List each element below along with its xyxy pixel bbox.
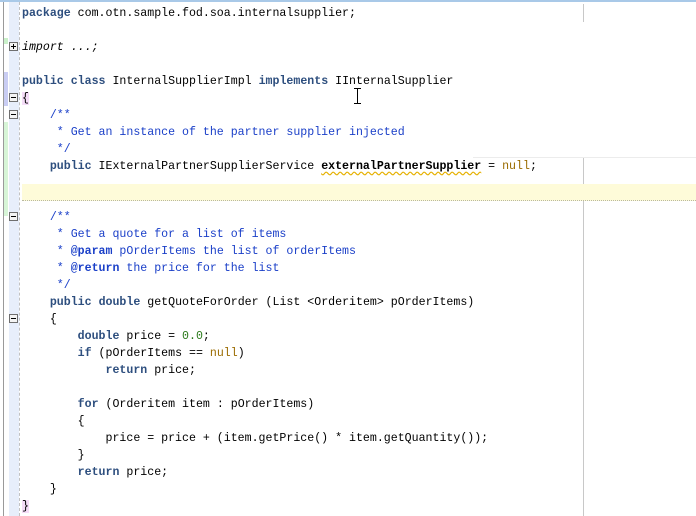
javadoc-tag: @return: [70, 262, 120, 275]
code-line: {: [22, 415, 85, 428]
number-literal: 0.0: [182, 330, 203, 343]
keyword: double: [77, 330, 120, 343]
collapse-fold-icon[interactable]: [9, 110, 18, 119]
keyword: return: [105, 364, 148, 377]
keyword: import: [22, 41, 64, 54]
code-line: }: [22, 498, 29, 515]
change-marker-modified: [4, 72, 8, 106]
code-text: price;: [147, 364, 196, 377]
field-warning[interactable]: externalPartnerSupplier: [321, 160, 481, 173]
keyword: class: [70, 75, 106, 88]
editor-top-border: [0, 0, 696, 2]
code-text: getQuoteForOrder (List <Orderitem> pOrde…: [140, 296, 475, 309]
code-line-import-folded[interactable]: import ...;: [22, 39, 99, 56]
collapse-fold-icon[interactable]: [9, 212, 18, 221]
code-line: price = price + (item.getPrice() * item.…: [22, 432, 489, 445]
code-line: {: [22, 313, 57, 326]
comment-line: * @param pOrderItems the list of orderIt…: [22, 243, 356, 260]
null-literal: null: [209, 347, 238, 360]
comment-line: */: [22, 279, 71, 292]
keyword: public: [49, 160, 92, 173]
comment-line: * @return the price for the list: [22, 260, 280, 277]
fold-gutter: [9, 2, 19, 516]
right-margin-guide: [583, 157, 584, 516]
code-text: ...;: [63, 41, 99, 54]
code-text: IInternalSupplier: [328, 75, 454, 88]
code-text: (pOrderItems ==: [91, 347, 210, 360]
keyword: public: [49, 296, 92, 309]
code-line: }: [22, 483, 57, 496]
collapse-fold-icon[interactable]: [9, 314, 18, 323]
code-line: public double getQuoteForOrder (List <Or…: [22, 294, 474, 311]
comment-line: /**: [22, 211, 71, 224]
comment-text: *: [22, 262, 71, 275]
code-text: ): [237, 347, 245, 360]
code-line: public IExternalPartnerSupplierService e…: [22, 158, 537, 175]
comment-text: the price for the list: [119, 262, 280, 275]
comment-line: * Get a quote for a list of items: [22, 228, 287, 241]
code-text: com.otn.sample.fod.soa.internalsupplier;: [70, 7, 356, 20]
code-line: for (Orderitem item : pOrderItems): [22, 396, 315, 413]
comment-text: *: [22, 245, 71, 258]
code-text: =: [481, 160, 503, 173]
comment-line: */: [22, 143, 71, 156]
collapse-fold-icon[interactable]: [9, 93, 18, 102]
matched-brace: }: [22, 500, 29, 513]
code-text: price;: [119, 466, 169, 479]
gutter-separator: [19, 2, 20, 516]
code-line: public class InternalSupplierImpl implem…: [22, 73, 453, 90]
keyword: for: [77, 398, 99, 411]
right-margin-guide: [583, 4, 584, 22]
code-text: ;: [202, 330, 210, 343]
code-line: {: [22, 90, 29, 107]
code-text: InternalSupplierImpl: [105, 75, 259, 88]
comment-line: /**: [22, 109, 71, 122]
javadoc-tag: @param: [70, 245, 113, 258]
code-text: (Orderitem item : pOrderItems): [98, 398, 315, 411]
keyword: implements: [258, 75, 329, 88]
text-cursor-icon: [353, 88, 362, 104]
comment-line: * Get an instance of the partner supplie…: [22, 126, 405, 139]
code-line: return price;: [22, 362, 196, 379]
code-text: ;: [529, 160, 537, 173]
keyword: package: [22, 7, 71, 20]
keyword: return: [77, 466, 120, 479]
code-line: package com.otn.sample.fod.soa.internals…: [22, 5, 356, 22]
code-text: IExternalPartnerSupplierService: [91, 160, 322, 173]
null-literal: null: [502, 160, 530, 173]
matched-brace: {: [22, 92, 29, 105]
code-line: if (pOrderItems == null): [22, 345, 245, 362]
code-line: double price = 0.0;: [22, 328, 210, 345]
keyword: double: [98, 296, 141, 309]
code-text: price =: [119, 330, 183, 343]
keyword: if: [77, 347, 92, 360]
change-marker-added: [4, 122, 8, 216]
comment-text: pOrderItems the list of orderItems: [112, 245, 356, 258]
change-marker-added: [4, 38, 8, 44]
keyword: public: [22, 75, 64, 88]
code-line: }: [22, 449, 85, 462]
expand-fold-icon[interactable]: [9, 42, 18, 51]
code-line: return price;: [22, 464, 168, 481]
current-line-highlight: [22, 184, 696, 201]
